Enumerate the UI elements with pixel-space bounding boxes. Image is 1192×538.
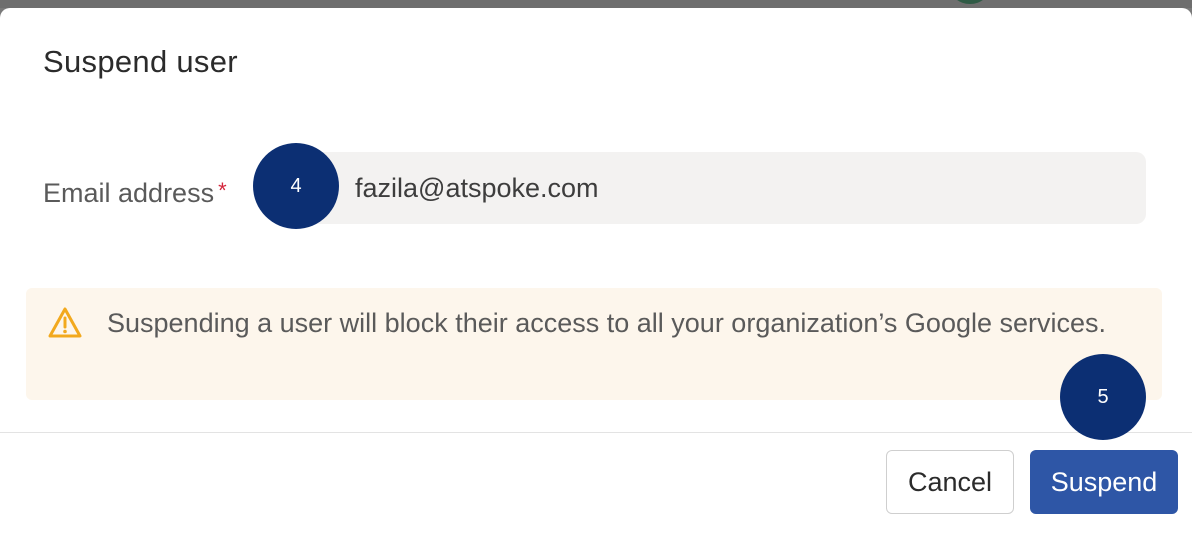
backdrop (0, 0, 1192, 8)
cancel-button[interactable]: Cancel (886, 450, 1014, 514)
required-asterisk: * (218, 178, 227, 203)
dialog-title: Suspend user (43, 44, 238, 79)
footer-divider (0, 432, 1192, 433)
step-marker-5: 5 (1060, 354, 1146, 440)
email-label-text: Email address (43, 178, 215, 208)
suspend-button[interactable]: Suspend (1030, 450, 1178, 514)
email-field[interactable] (300, 152, 1146, 224)
step-marker-4: 4 (253, 143, 339, 229)
warning-triangle-icon (48, 307, 82, 338)
warning-text: Suspending a user will block their acces… (107, 308, 1107, 338)
suspend-user-dialog: Suspend user Email address* Suspending a… (0, 8, 1192, 538)
warning-banner: Suspending a user will block their acces… (26, 288, 1162, 400)
email-label: Email address * (43, 178, 227, 209)
